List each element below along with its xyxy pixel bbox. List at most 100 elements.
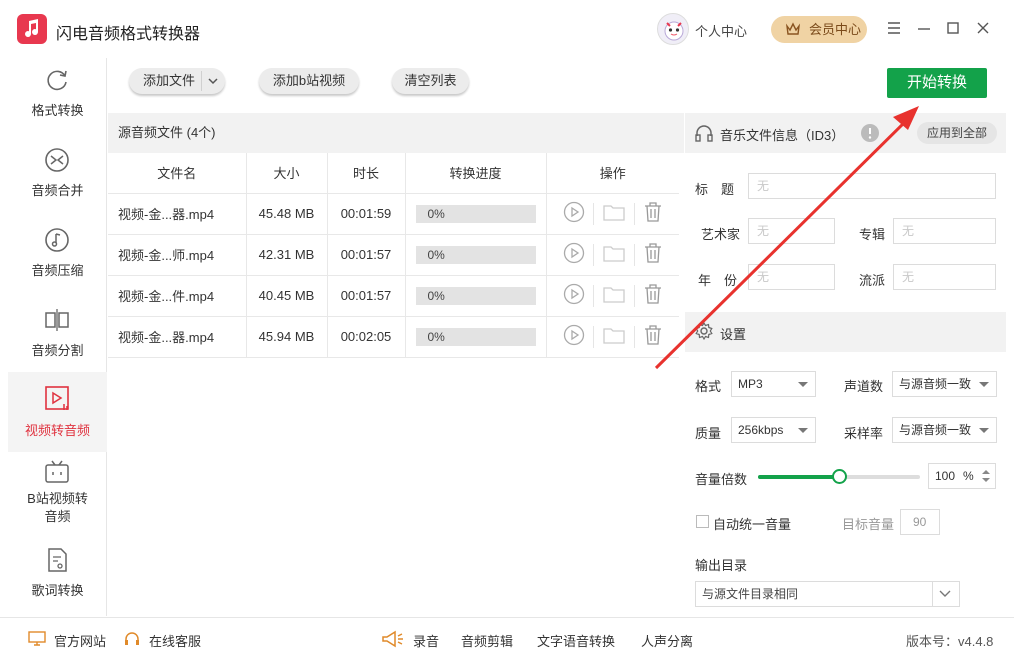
quality-label: 质量 [695, 426, 722, 441]
menu-icon[interactable] [884, 18, 906, 40]
trash-icon[interactable] [643, 324, 663, 349]
merge-icon [45, 148, 69, 172]
divider [592, 202, 594, 225]
channel-label: 声道数 [844, 379, 884, 394]
chevron-down-icon[interactable] [207, 77, 219, 85]
divider [932, 582, 933, 606]
minimize-icon[interactable] [914, 18, 936, 40]
vocal-separation-link[interactable]: 人声分离 [641, 631, 693, 650]
crown-icon [785, 22, 801, 35]
album-label: 专辑 [859, 227, 886, 242]
chevron-down-icon [939, 590, 951, 597]
folder-icon[interactable] [602, 284, 626, 307]
apply-to-all-button[interactable]: 应用到全部 [917, 122, 997, 144]
samplerate-label: 采样率 [844, 426, 884, 441]
artist-input[interactable]: 无 [748, 218, 835, 244]
sidebar-item-audio-split[interactable]: 音频分割 [8, 298, 107, 376]
title-label: 标 题 [695, 182, 735, 197]
folder-icon[interactable] [602, 243, 626, 266]
sidebar-item-video-to-audio[interactable]: 视频转音频 [8, 372, 107, 452]
table-row[interactable]: 视频-金...器.mp4 45.48 MB 00:01:59 0% [108, 193, 679, 235]
quality-select[interactable]: 256kbps [731, 417, 816, 443]
play-icon[interactable] [563, 324, 585, 349]
actions-cell [546, 316, 679, 358]
version-label: 版本号：v4.4.8 [906, 634, 994, 649]
file-size: 40.45 MB [246, 275, 328, 317]
file-list-header: 源音频文件 (4个) [108, 113, 684, 153]
audio-edit-link[interactable]: 音频剪辑 [461, 631, 513, 650]
chevron-down-icon [798, 382, 808, 387]
output-dir-select[interactable]: 与源文件目录相同 [695, 581, 960, 607]
progress-bar: 0% [415, 245, 536, 264]
online-support-link[interactable]: 在线客服 [149, 631, 201, 650]
sidebar-item-label: 视频转音频 [24, 423, 90, 438]
divider [592, 325, 594, 348]
record-link[interactable]: 录音 [413, 631, 439, 650]
folder-icon[interactable] [602, 325, 626, 348]
trash-icon[interactable] [643, 242, 663, 267]
table-row[interactable]: 视频-金...师.mp4 42.31 MB 00:01:57 0% [108, 234, 679, 276]
user-center-link[interactable]: 个人中心 [695, 21, 747, 40]
file-duration: 00:01:57 [327, 234, 406, 276]
sidebar-item-label: 音频压缩 [31, 263, 84, 278]
play-icon[interactable] [563, 242, 585, 267]
table-row[interactable]: 视频-金...器.mp4 45.94 MB 00:02:05 0% [108, 316, 679, 358]
lyrics-icon [48, 548, 67, 572]
play-icon[interactable] [563, 283, 585, 308]
megaphone-icon [382, 630, 403, 648]
progress-cell: 0% [405, 316, 547, 358]
refresh-icon [47, 70, 67, 91]
stepper-arrows-icon[interactable] [981, 468, 991, 484]
auto-volume-checkbox[interactable] [696, 515, 709, 528]
column-header-actions: 操作 [546, 153, 679, 194]
add-file-button[interactable]: 添加文件 [129, 68, 225, 94]
folder-icon[interactable] [602, 202, 626, 225]
sidebar-item-lyrics-convert[interactable]: 歌词转换 [8, 538, 107, 616]
close-icon[interactable] [973, 18, 995, 40]
sidebar-item-audio-compress[interactable]: 音频压缩 [8, 218, 107, 296]
volume-slider-handle[interactable] [832, 469, 847, 484]
trash-icon[interactable] [643, 201, 663, 226]
start-convert-button[interactable]: 开始转换 [887, 68, 987, 98]
year-input[interactable]: 无 [748, 264, 835, 290]
table-row[interactable]: 视频-金...件.mp4 40.45 MB 00:01:57 0% [108, 275, 679, 317]
file-table: 文件名 大小 时长 转换进度 操作 视频-金...器.mp4 45.48 MB … [108, 153, 679, 358]
table-header-row: 文件名 大小 时长 转换进度 操作 [108, 153, 679, 194]
year-label: 年 份 [698, 273, 738, 288]
maximize-icon[interactable] [943, 18, 965, 40]
clear-list-button[interactable]: 清空列表 [392, 68, 469, 94]
text-to-speech-link[interactable]: 文字语音转换 [537, 631, 615, 650]
vip-center-label: 会员中心 [809, 22, 862, 37]
volume-stepper[interactable]: 100 % [928, 463, 996, 489]
official-website-link[interactable]: 官方网站 [54, 631, 106, 650]
vip-center-button[interactable]: 会员中心 [771, 16, 867, 43]
sidebar-item-bilibili-to-audio[interactable]: B站视频转 音频 [8, 456, 107, 536]
file-name: 视频-金...师.mp4 [108, 234, 247, 276]
avatar[interactable] [657, 13, 689, 45]
play-icon[interactable] [563, 201, 585, 226]
channel-select[interactable]: 与源音频一致 [892, 371, 997, 397]
info-icon[interactable] [860, 123, 880, 143]
volume-label: 音量倍数 [695, 472, 748, 487]
sidebar-item-label: 音频分割 [31, 343, 84, 358]
album-input[interactable]: 无 [893, 218, 996, 244]
toolbar: 添加文件 添加b站视频 清空列表 [108, 58, 684, 112]
column-header-progress: 转换进度 [405, 153, 547, 194]
title-input[interactable]: 无 [748, 173, 996, 199]
add-bilibili-video-button[interactable]: 添加b站视频 [259, 68, 359, 94]
target-volume-input[interactable]: 90 [900, 509, 940, 535]
sidebar-item-label: 格式转换 [31, 103, 84, 118]
channel-value: 与源音频一致 [899, 377, 972, 391]
chevron-down-icon [798, 428, 808, 433]
artist-label: 艺术家 [701, 227, 741, 242]
trash-icon[interactable] [643, 283, 663, 308]
progress-cell: 0% [405, 234, 547, 276]
samplerate-select[interactable]: 与源音频一致 [892, 417, 997, 443]
headphone-icon [695, 125, 713, 142]
genre-input[interactable]: 无 [893, 264, 996, 290]
sidebar-item-audio-merge[interactable]: 音频合并 [8, 138, 107, 216]
volume-slider[interactable] [758, 469, 920, 484]
sidebar-item-format-convert[interactable]: 格式转换 [8, 58, 107, 136]
file-duration: 00:01:59 [327, 193, 406, 235]
format-select[interactable]: MP3 [731, 371, 816, 397]
